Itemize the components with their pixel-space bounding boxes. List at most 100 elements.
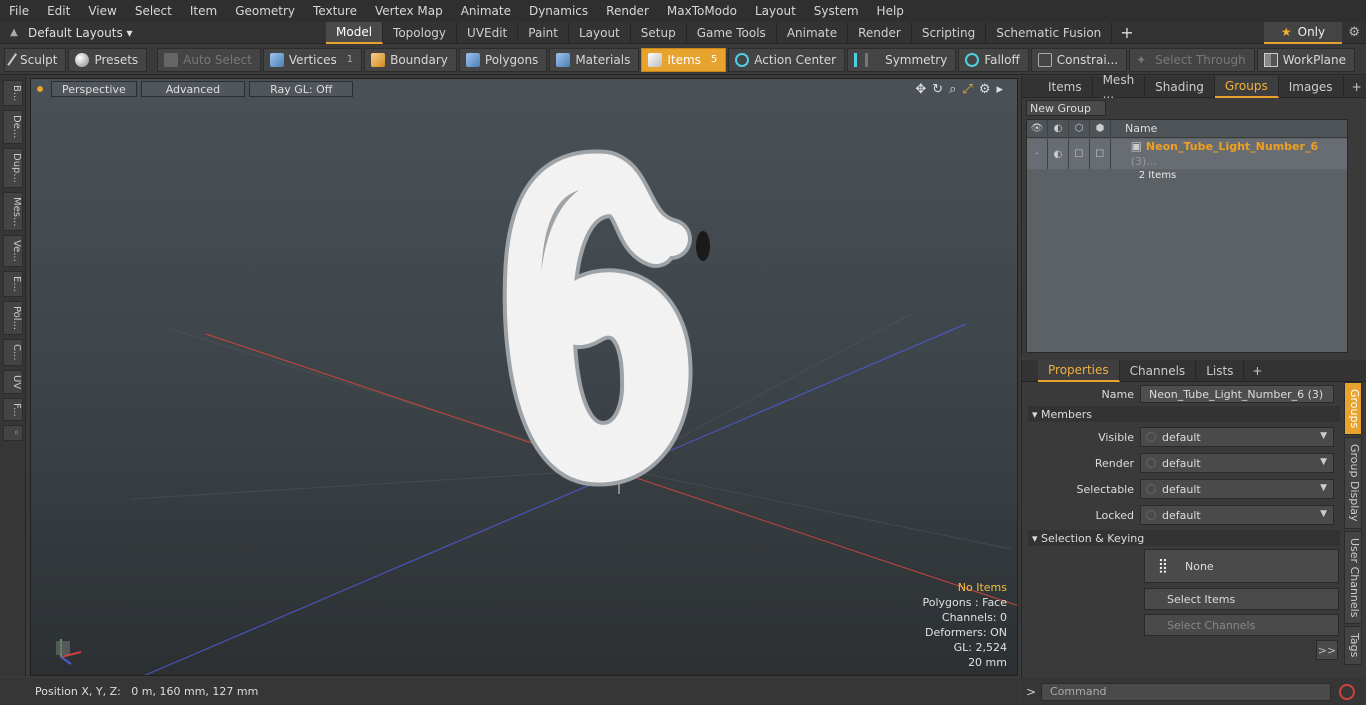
collapse-up-icon[interactable]: ▲ bbox=[0, 27, 28, 38]
row-eye-icon[interactable]: · bbox=[1027, 139, 1048, 169]
materials-button[interactable]: Materials bbox=[549, 47, 640, 72]
strip-tab-basic[interactable]: B... bbox=[3, 80, 23, 107]
add-tab-icon[interactable]: + bbox=[1112, 22, 1141, 44]
tab-uvedit[interactable]: UVEdit bbox=[457, 21, 519, 44]
viewport-gear-icon[interactable]: ⚙ bbox=[979, 82, 991, 97]
tab-mesh[interactable]: Mesh ... bbox=[1093, 73, 1146, 101]
visible-dropdown[interactable]: default ▼ bbox=[1140, 427, 1334, 447]
advanced-button[interactable]: Advanced bbox=[140, 81, 246, 97]
menu-view[interactable]: View bbox=[79, 4, 125, 18]
select-items-button[interactable]: Select Items bbox=[1144, 588, 1339, 610]
members-section[interactable]: ▾ Members bbox=[1028, 406, 1340, 422]
action-center-button[interactable]: Action Center bbox=[728, 47, 846, 72]
only-toggle[interactable]: ★ Only bbox=[1264, 22, 1342, 44]
vtab-group-display[interactable]: Group Display bbox=[1344, 437, 1362, 529]
tab-game-tools[interactable]: Game Tools bbox=[687, 21, 777, 44]
fit-view-icon[interactable]: ⤢ bbox=[962, 82, 972, 97]
menu-maxtomodo[interactable]: MaxToModo bbox=[658, 4, 746, 18]
gear-icon[interactable]: ⚙ bbox=[1348, 25, 1360, 40]
vtab-tags[interactable]: Tags bbox=[1344, 626, 1362, 665]
row-select-checkbox[interactable]: ☐ bbox=[1069, 139, 1090, 169]
falloff-button[interactable]: Falloff bbox=[958, 47, 1029, 72]
strip-expand-icon[interactable]: ◦ bbox=[3, 425, 23, 442]
tab-shading[interactable]: Shading bbox=[1145, 75, 1215, 98]
tab-setup[interactable]: Setup bbox=[631, 21, 687, 44]
zoom-view-icon[interactable]: ⌕ bbox=[949, 82, 956, 97]
add-properties-tab-icon[interactable]: + bbox=[1244, 364, 1270, 378]
tab-items[interactable]: Items bbox=[1038, 75, 1093, 98]
locked-dropdown[interactable]: default ▼ bbox=[1140, 505, 1334, 525]
render-dropdown[interactable]: default ▼ bbox=[1140, 453, 1334, 473]
viewport-menu-arrow-icon[interactable]: ▸ bbox=[996, 82, 1003, 97]
tab-layout[interactable]: Layout bbox=[569, 21, 631, 44]
keying-none-button[interactable]: ⣿ None bbox=[1144, 549, 1339, 583]
select-column-icon[interactable]: ⬡ bbox=[1069, 119, 1090, 138]
tab-groups[interactable]: Groups bbox=[1214, 75, 1279, 98]
tab-scripting[interactable]: Scripting bbox=[912, 21, 987, 44]
vtab-user-channels[interactable]: User Channels bbox=[1344, 530, 1362, 625]
tab-topology[interactable]: Topology bbox=[383, 21, 458, 44]
menu-edit[interactable]: Edit bbox=[38, 4, 79, 18]
strip-tab-vertex[interactable]: Ve... bbox=[3, 235, 23, 268]
strip-tab-uv[interactable]: UV bbox=[3, 369, 23, 394]
menu-vertex-map[interactable]: Vertex Map bbox=[366, 4, 452, 18]
strip-tab-curve[interactable]: C... bbox=[3, 338, 23, 366]
tab-render[interactable]: Render bbox=[848, 21, 912, 44]
strip-tab-edge[interactable]: E... bbox=[3, 271, 23, 297]
select-through-button[interactable]: ✦ Select Through bbox=[1129, 47, 1255, 72]
more-button[interactable]: >> bbox=[1316, 640, 1338, 660]
selectable-dropdown[interactable]: default ▼ bbox=[1140, 479, 1334, 499]
vtab-groups[interactable]: Groups bbox=[1344, 382, 1362, 436]
rotate-view-icon[interactable]: ↻ bbox=[932, 82, 943, 97]
menu-select[interactable]: Select bbox=[126, 4, 181, 18]
tab-schematic-fusion[interactable]: Schematic Fusion bbox=[986, 21, 1113, 44]
selection-keying-section[interactable]: ▾ Selection & Keying bbox=[1028, 530, 1340, 546]
select-channels-button[interactable]: Select Channels bbox=[1144, 614, 1339, 636]
strip-tab-fusion[interactable]: F... bbox=[3, 397, 23, 422]
visibility-eye-icon[interactable]: 👁 bbox=[1027, 119, 1048, 138]
view-mode-button[interactable]: Perspective bbox=[51, 81, 137, 97]
workplane-button[interactable]: WorkPlane bbox=[1256, 47, 1356, 72]
presets-button[interactable]: Presets bbox=[68, 47, 148, 72]
3d-viewport[interactable]: Perspective Advanced Ray GL: Off ✥ ↻ ⌕ ⤢… bbox=[30, 78, 1018, 676]
raygl-button[interactable]: Ray GL: Off bbox=[249, 81, 354, 97]
vertices-button[interactable]: Vertices 1 bbox=[262, 47, 363, 72]
lock-column-icon[interactable]: ⬢ bbox=[1090, 119, 1111, 138]
render-column-icon[interactable]: ◐ bbox=[1048, 119, 1069, 138]
constraints-button[interactable]: Constrai... bbox=[1030, 47, 1128, 72]
tab-paint[interactable]: Paint bbox=[518, 21, 569, 44]
tab-images[interactable]: Images bbox=[1279, 75, 1344, 98]
group-row[interactable]: · ◐ ☐ ☐ ▣ Neon_Tube_Light_Number_6 (3)..… bbox=[1027, 139, 1347, 181]
menu-layout[interactable]: Layout bbox=[746, 4, 805, 18]
strip-tab-deform[interactable]: De... bbox=[3, 110, 23, 144]
tab-channels[interactable]: Channels bbox=[1120, 359, 1197, 382]
command-input[interactable]: Command bbox=[1041, 682, 1331, 701]
viewport-dot-icon[interactable] bbox=[37, 86, 43, 92]
tab-model[interactable]: Model bbox=[326, 21, 384, 44]
row-lock-checkbox[interactable]: ☐ bbox=[1090, 139, 1111, 169]
menu-dynamics[interactable]: Dynamics bbox=[520, 4, 597, 18]
sculpt-button[interactable]: Sculpt bbox=[4, 47, 67, 72]
strip-tab-polygon[interactable]: Pol... bbox=[3, 300, 23, 335]
tab-animate[interactable]: Animate bbox=[777, 21, 849, 44]
name-input[interactable]: Neon_Tube_Light_Number_6 (3) bbox=[1140, 385, 1334, 403]
symmetry-button[interactable]: Symmetry bbox=[847, 47, 957, 72]
tab-lists[interactable]: Lists bbox=[1196, 359, 1245, 382]
menu-item[interactable]: Item bbox=[181, 4, 226, 18]
menu-geometry[interactable]: Geometry bbox=[226, 4, 304, 18]
menu-help[interactable]: Help bbox=[868, 4, 913, 18]
row-render-icon[interactable]: ◐ bbox=[1048, 139, 1069, 169]
layout-dropdown[interactable]: Default Layouts ▾ bbox=[28, 26, 133, 40]
strip-tab-mesh-edit[interactable]: Mes... bbox=[3, 191, 23, 232]
menu-render[interactable]: Render bbox=[597, 4, 658, 18]
strip-tab-duplicate[interactable]: Dup... bbox=[3, 147, 23, 188]
move-view-icon[interactable]: ✥ bbox=[915, 82, 926, 97]
menu-animate[interactable]: Animate bbox=[452, 4, 520, 18]
menu-texture[interactable]: Texture bbox=[304, 4, 366, 18]
menu-system[interactable]: System bbox=[805, 4, 868, 18]
boundary-button[interactable]: Boundary bbox=[364, 47, 457, 72]
polygons-button[interactable]: Polygons bbox=[458, 47, 548, 72]
tab-properties[interactable]: Properties bbox=[1038, 359, 1120, 382]
menu-file[interactable]: File bbox=[0, 4, 38, 18]
add-panel-tab-icon[interactable]: + bbox=[1344, 80, 1366, 94]
